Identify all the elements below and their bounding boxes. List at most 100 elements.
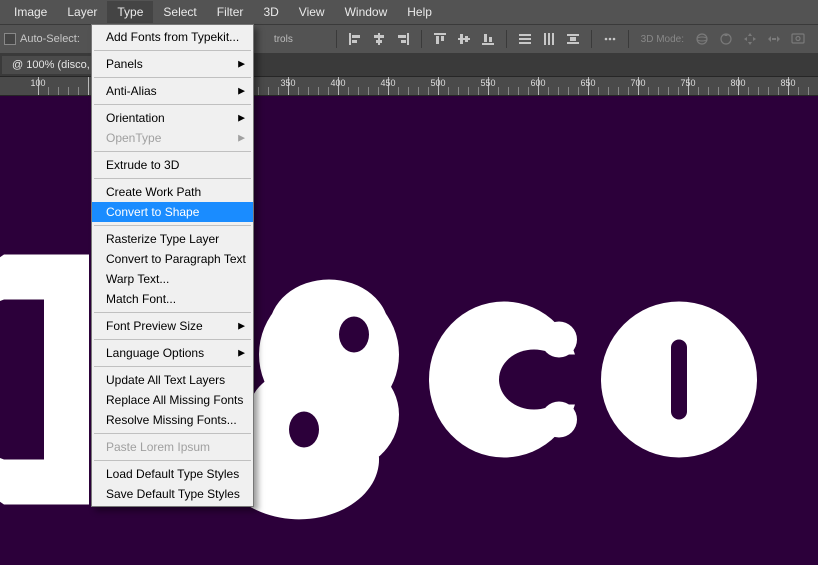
divider-icon bbox=[336, 30, 337, 48]
ruler-minor-tick bbox=[378, 87, 379, 95]
ruler-minor-tick bbox=[498, 87, 499, 95]
menu-window[interactable]: Window bbox=[335, 1, 398, 23]
menu-separator bbox=[94, 433, 251, 434]
divider-icon bbox=[591, 30, 592, 48]
menu-item-rasterize-type-layer[interactable]: Rasterize Type Layer bbox=[92, 229, 253, 249]
ruler-minor-tick bbox=[58, 87, 59, 95]
menu-item-create-work-path[interactable]: Create Work Path bbox=[92, 182, 253, 202]
ruler-label: 550 bbox=[480, 78, 495, 88]
menu-item-match-font[interactable]: Match Font... bbox=[92, 289, 253, 309]
distribute-bottom-icon[interactable] bbox=[563, 29, 583, 49]
align-bottom-edges-icon[interactable] bbox=[478, 29, 498, 49]
ruler-minor-tick bbox=[728, 87, 729, 95]
submenu-arrow-icon: ▶ bbox=[238, 321, 245, 332]
ruler-minor-tick bbox=[418, 87, 419, 95]
menu-item-orientation[interactable]: Orientation▶ bbox=[92, 108, 253, 128]
ruler-minor-tick bbox=[568, 87, 569, 95]
3d-mode-label: 3D Mode: bbox=[641, 34, 684, 45]
ruler-label: 750 bbox=[680, 78, 695, 88]
menu-filter[interactable]: Filter bbox=[207, 1, 254, 23]
menu-help[interactable]: Help bbox=[397, 1, 442, 23]
ruler-minor-tick bbox=[368, 87, 369, 95]
distribute-top-icon[interactable] bbox=[515, 29, 535, 49]
3d-roll-icon[interactable] bbox=[716, 29, 736, 49]
ruler-minor-tick bbox=[808, 87, 809, 95]
auto-select-checkbox[interactable]: Auto-Select: bbox=[4, 33, 80, 45]
divider-icon bbox=[421, 30, 422, 48]
ruler-minor-tick bbox=[778, 87, 779, 95]
3d-pan-icon[interactable] bbox=[740, 29, 760, 49]
ruler-minor-tick bbox=[68, 87, 69, 95]
ruler-minor-tick bbox=[718, 87, 719, 95]
more-options-icon[interactable] bbox=[600, 29, 620, 49]
align-right-edges-icon[interactable] bbox=[393, 29, 413, 49]
ruler-label: 500 bbox=[430, 78, 445, 88]
ruler-minor-tick bbox=[578, 87, 579, 95]
3d-slide-icon[interactable] bbox=[764, 29, 784, 49]
menu-item-save-default-type-styles[interactable]: Save Default Type Styles bbox=[92, 484, 253, 504]
type-menu-dropdown: Add Fonts from Typekit... Panels▶ Anti-Ali… bbox=[91, 24, 254, 507]
menu-item-load-default-type-styles[interactable]: Load Default Type Styles bbox=[92, 464, 253, 484]
ruler-label: 350 bbox=[280, 78, 295, 88]
ruler-label: 600 bbox=[530, 78, 545, 88]
align-left-edges-icon[interactable] bbox=[345, 29, 365, 49]
ruler-minor-tick bbox=[78, 87, 79, 95]
divider-icon bbox=[628, 30, 629, 48]
ruler-minor-tick bbox=[48, 87, 49, 95]
menu-item-update-all-text-layers[interactable]: Update All Text Layers bbox=[92, 370, 253, 390]
distribute-vertical-icon[interactable] bbox=[539, 29, 559, 49]
menu-item-anti-alias[interactable]: Anti-Alias▶ bbox=[92, 81, 253, 101]
ruler-minor-tick bbox=[278, 87, 279, 95]
menu-3d[interactable]: 3D bbox=[253, 1, 288, 23]
ruler-minor-tick bbox=[408, 87, 409, 95]
ruler-minor-tick bbox=[478, 87, 479, 95]
ruler-minor-tick bbox=[298, 87, 299, 95]
menu-item-convert-to-paragraph-text[interactable]: Convert to Paragraph Text bbox=[92, 249, 253, 269]
menu-item-language-options[interactable]: Language Options▶ bbox=[92, 343, 253, 363]
menu-image[interactable]: Image bbox=[4, 1, 57, 23]
ruler-minor-tick bbox=[698, 87, 699, 95]
menu-item-font-preview-size[interactable]: Font Preview Size▶ bbox=[92, 316, 253, 336]
menu-separator bbox=[94, 104, 251, 105]
auto-select-label: Auto-Select: bbox=[20, 33, 80, 45]
ruler-tick bbox=[88, 77, 89, 95]
menu-item-extrude-to-3d[interactable]: Extrude to 3D bbox=[92, 155, 253, 175]
ruler-minor-tick bbox=[518, 87, 519, 95]
align-horizontal-centers-icon[interactable] bbox=[369, 29, 389, 49]
menu-view[interactable]: View bbox=[289, 1, 335, 23]
submenu-arrow-icon: ▶ bbox=[238, 59, 245, 70]
ruler-minor-tick bbox=[668, 87, 669, 95]
menu-item-convert-to-shape[interactable]: Convert to Shape bbox=[92, 202, 253, 222]
menu-item-panels[interactable]: Panels▶ bbox=[92, 54, 253, 74]
menu-separator bbox=[94, 77, 251, 78]
ruler-minor-tick bbox=[558, 87, 559, 95]
ruler-minor-tick bbox=[528, 87, 529, 95]
ruler-minor-tick bbox=[598, 87, 599, 95]
ruler-minor-tick bbox=[268, 87, 269, 95]
ruler-label: 800 bbox=[730, 78, 745, 88]
ruler-minor-tick bbox=[658, 87, 659, 95]
menu-type[interactable]: Type bbox=[107, 1, 153, 23]
ruler-label: 700 bbox=[630, 78, 645, 88]
menu-bar: Image Layer Type Select Filter 3D View W… bbox=[0, 0, 818, 24]
ruler-minor-tick bbox=[798, 87, 799, 95]
ruler-label: 450 bbox=[380, 78, 395, 88]
ruler-minor-tick bbox=[348, 87, 349, 95]
menu-item-resolve-missing-fonts[interactable]: Resolve Missing Fonts... bbox=[92, 410, 253, 430]
ruler-minor-tick bbox=[768, 87, 769, 95]
align-top-edges-icon[interactable] bbox=[430, 29, 450, 49]
3d-orbit-icon[interactable] bbox=[692, 29, 712, 49]
menu-item-replace-all-missing-fonts[interactable]: Replace All Missing Fonts bbox=[92, 390, 253, 410]
submenu-arrow-icon: ▶ bbox=[238, 86, 245, 97]
menu-layer[interactable]: Layer bbox=[57, 1, 107, 23]
ruler-minor-tick bbox=[748, 87, 749, 95]
3d-zoom-icon[interactable] bbox=[788, 29, 808, 49]
ruler-minor-tick bbox=[628, 87, 629, 95]
submenu-arrow-icon: ▶ bbox=[238, 133, 245, 144]
menu-item-add-fonts-from-typekit[interactable]: Add Fonts from Typekit... bbox=[92, 27, 253, 47]
ruler-minor-tick bbox=[548, 87, 549, 95]
menu-item-warp-text[interactable]: Warp Text... bbox=[92, 269, 253, 289]
align-vertical-centers-icon[interactable] bbox=[454, 29, 474, 49]
ruler-minor-tick bbox=[648, 87, 649, 95]
menu-select[interactable]: Select bbox=[153, 1, 206, 23]
